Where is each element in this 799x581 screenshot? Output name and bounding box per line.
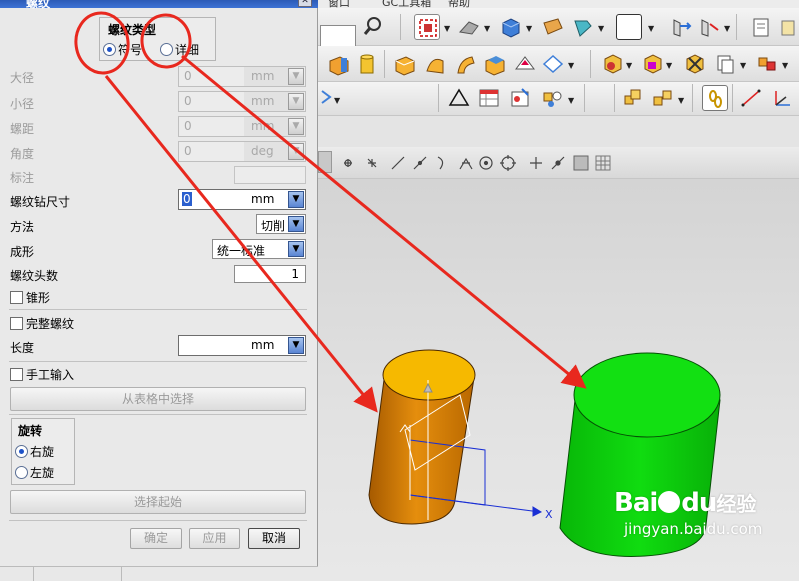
close-icon[interactable]: ✕ (298, 0, 312, 7)
x-axis-label: X (545, 508, 553, 521)
manual-input-label: 手工输入 (26, 368, 75, 382)
chevron-down-icon[interactable]: ▼ (288, 216, 304, 232)
select-start-button[interactable]: 选择起始 (10, 490, 306, 514)
form-select[interactable]: 统一标准 ▼ (212, 239, 306, 259)
angle-field[interactable]: 0 deg ▼ (178, 141, 306, 162)
tap-drill-value-text: 0 (182, 192, 192, 206)
watermark-url: jingyan.baidu.com (624, 520, 763, 538)
pitch-label: 螺距 (10, 122, 35, 136)
callout-label: 标注 (10, 171, 35, 185)
callout-field[interactable] (234, 166, 306, 184)
radio-dot-selected[interactable] (15, 445, 28, 458)
baidu-watermark: Bai du经验 jingyan.baidu.com (614, 488, 762, 538)
divider (9, 414, 307, 415)
left-hand-label: 左旋 (30, 466, 55, 480)
radio-symbolic-label: 符号 (118, 43, 143, 57)
radio-dot-selected[interactable] (103, 43, 116, 56)
minor-diameter-value: 0 (184, 94, 192, 108)
radio-dot[interactable] (15, 466, 28, 479)
dialog-title: 螺纹 (26, 0, 51, 10)
rotation-group: 旋转 右旋 左旋 (11, 418, 75, 485)
form-value: 统一标准 (217, 244, 266, 258)
divider (9, 520, 307, 521)
pitch-value: 0 (184, 119, 192, 133)
thread-starts-input[interactable]: 1 (234, 265, 306, 283)
rotation-title: 旋转 (18, 424, 43, 438)
radio-right-hand[interactable]: 右旋 (15, 443, 54, 460)
thread-type-title: 螺纹类型 (108, 23, 157, 37)
chevron-down-icon[interactable]: ▼ (288, 241, 304, 257)
minor-diameter-label: 小径 (10, 97, 35, 111)
radio-left-hand[interactable]: 左旋 (15, 464, 54, 481)
orange-cylinder[interactable] (368, 349, 476, 525)
pitch-unit: mm (251, 119, 275, 133)
checkbox-box[interactable] (10, 368, 23, 381)
major-diameter-label: 大径 (10, 71, 35, 85)
full-thread-label: 完整螺纹 (26, 317, 75, 331)
full-thread-checkbox[interactable]: 完整螺纹 (10, 315, 74, 332)
apply-button[interactable]: 应用 (189, 528, 240, 549)
minor-diameter-field[interactable]: 0 mm ▼ (178, 91, 306, 112)
length-field[interactable]: mm ▼ (178, 335, 306, 356)
down-arrow-icon[interactable]: ▼ (288, 191, 304, 208)
tap-drill-label: 螺纹钻尺寸 (10, 195, 71, 209)
tap-drill-value: 0 (182, 192, 192, 206)
down-arrow-icon[interactable]: ▼ (288, 68, 304, 85)
ok-button[interactable]: 确定 (130, 528, 182, 549)
radio-dot[interactable] (160, 43, 173, 56)
method-value: 切削 (261, 219, 286, 233)
down-arrow-icon[interactable]: ▼ (288, 337, 304, 354)
watermark-cn: 经验 (716, 492, 757, 516)
major-diameter-field[interactable]: 0 mm ▼ (178, 66, 306, 87)
dialog-titlebar[interactable]: 螺纹 ✕ (0, 0, 318, 10)
form-label: 成形 (10, 245, 35, 259)
cancel-button[interactable]: 取消 (248, 528, 300, 549)
checkbox-box[interactable] (10, 317, 23, 330)
major-diameter-value: 0 (184, 69, 192, 83)
major-diameter-unit: mm (251, 69, 275, 83)
down-arrow-icon[interactable]: ▼ (288, 118, 304, 135)
down-arrow-icon[interactable]: ▼ (288, 93, 304, 110)
angle-label: 角度 (10, 147, 35, 161)
tap-drill-field[interactable]: 0 mm ▼ (178, 189, 306, 210)
thread-starts-value: 1 (291, 267, 299, 281)
paw-icon (658, 491, 681, 513)
angle-value: 0 (184, 144, 192, 158)
checkbox-box[interactable] (10, 291, 23, 304)
tapered-label: 锥形 (26, 291, 51, 305)
length-unit: mm (251, 338, 275, 352)
watermark-brand-du: du (681, 488, 717, 518)
minor-diameter-unit: mm (251, 94, 275, 108)
tapered-checkbox[interactable]: 锥形 (10, 289, 50, 306)
method-select[interactable]: 切削 ▼ (256, 214, 306, 234)
divider (9, 361, 307, 362)
down-arrow-icon[interactable]: ▼ (288, 143, 304, 160)
radio-detailed-label: 详细 (175, 43, 200, 57)
manual-input-checkbox[interactable]: 手工输入 (10, 366, 74, 383)
thread-dialog: 螺纹 ✕ 螺纹类型 符号 详细 大径 0 mm ▼ 小径 0 mm ▼ 螺距 0… (0, 0, 318, 566)
tap-drill-unit: mm (251, 192, 275, 206)
thread-starts-label: 螺纹头数 (10, 269, 59, 283)
thread-type-group: 螺纹类型 符号 详细 (99, 17, 216, 61)
watermark-brand: Bai (614, 488, 658, 518)
radio-detailed[interactable]: 详细 (160, 41, 199, 58)
choose-from-table-button[interactable]: 从表格中选择 (10, 387, 306, 411)
angle-unit: deg (251, 144, 274, 158)
method-label: 方法 (10, 220, 35, 234)
divider (9, 309, 307, 310)
right-hand-label: 右旋 (30, 445, 55, 459)
radio-symbolic[interactable]: 符号 (103, 41, 142, 58)
length-label: 长度 (10, 341, 35, 355)
pitch-field[interactable]: 0 mm ▼ (178, 116, 306, 137)
